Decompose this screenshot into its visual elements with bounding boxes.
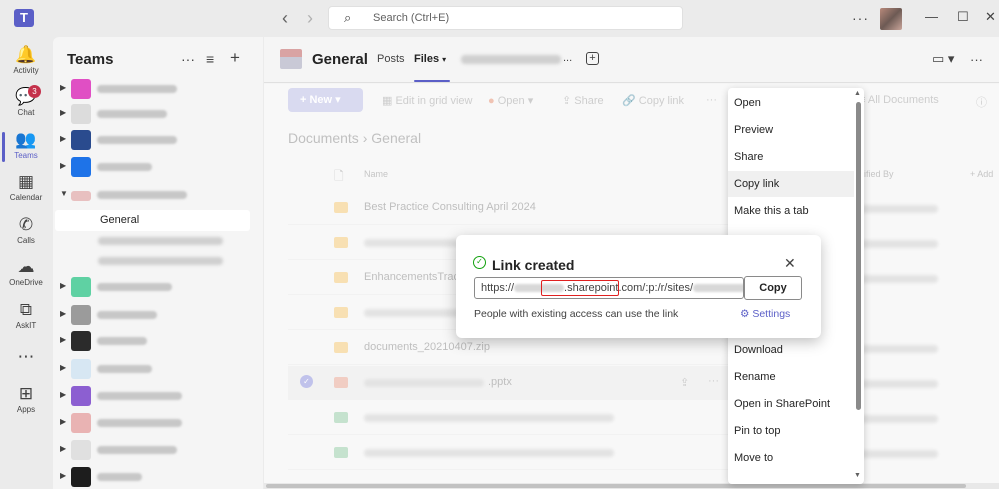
bell-icon: 🔔: [15, 45, 37, 64]
rail-calls[interactable]: ✆ Calls: [0, 211, 52, 253]
rail-more[interactable]: ⋯: [0, 343, 52, 385]
scroll-up-icon[interactable]: ▲: [854, 90, 861, 97]
chevron-down-icon: ▾: [442, 55, 447, 64]
app-grid-icon: ⧉: [19, 300, 33, 319]
search-icon: ⌕: [344, 10, 352, 25]
copy-button[interactable]: Copy: [744, 276, 802, 300]
scrollbar-thumb[interactable]: [266, 484, 966, 488]
search-placeholder: Search (Ctrl+E): [373, 12, 450, 24]
team-row[interactable]: ▶: [53, 77, 263, 101]
active-tab-indicator: [414, 80, 450, 82]
team-row[interactable]: ▶: [53, 357, 263, 381]
domain-highlight-box: [541, 280, 619, 296]
video-call-icon[interactable]: ▭ ▾: [932, 51, 954, 67]
more-options-icon[interactable]: ···: [970, 52, 983, 67]
more-icon[interactable]: ···: [181, 51, 195, 67]
channel-row[interactable]: [98, 257, 223, 265]
channel-title: General: [312, 51, 368, 68]
dialog-title: Link created: [492, 257, 575, 273]
rail-onedrive[interactable]: ☁ OneDrive: [0, 253, 52, 295]
teams-icon: 👥: [15, 130, 37, 149]
team-row[interactable]: ▶: [53, 155, 263, 179]
channel-header: General Posts Files ▾ ... + ▭ ▾ ···: [264, 37, 999, 83]
link-created-dialog: ✓ Link created ✕ https://.sharepoint.com…: [456, 235, 821, 338]
phone-icon: ✆: [18, 215, 34, 234]
channel-general[interactable]: General: [55, 210, 250, 231]
search-input[interactable]: ⌕ Search (Ctrl+E): [328, 6, 683, 30]
link-field[interactable]: https://.sharepoint.com/:p:/r/sites/: [474, 277, 744, 299]
tab-posts[interactable]: Posts: [377, 53, 405, 65]
tab-other[interactable]: [461, 55, 561, 64]
title-bar: T ‹ › ⌕ Search (Ctrl+E) ··· — ☐ ✕: [0, 0, 999, 37]
close-icon[interactable]: ✕: [784, 255, 796, 272]
add-app-icon: ⊞: [18, 384, 34, 403]
team-row[interactable]: ▶: [53, 303, 263, 327]
menu-item-rename[interactable]: Rename: [728, 364, 854, 390]
horizontal-scrollbar[interactable]: [264, 483, 999, 489]
channel-row[interactable]: [98, 237, 223, 245]
menu-item-copy-link[interactable]: Copy link: [728, 171, 854, 197]
team-row[interactable]: ▼: [53, 183, 263, 207]
maximize-icon[interactable]: ☐: [957, 9, 969, 25]
team-row[interactable]: ▶: [53, 465, 263, 489]
menu-item-preview[interactable]: Preview: [728, 117, 854, 143]
team-row[interactable]: ▶: [53, 102, 263, 126]
app-rail: 🔔 Activity 💬 3 Chat 👥 Teams ▦ Calendar ✆…: [0, 37, 52, 489]
add-icon[interactable]: +: [230, 48, 240, 68]
teams-window: T ‹ › ⌕ Search (Ctrl+E) ··· — ☐ ✕ 🔔 Acti…: [0, 0, 999, 489]
rail-calendar[interactable]: ▦ Calendar: [0, 168, 52, 210]
minimize-icon[interactable]: —: [925, 9, 938, 24]
rail-apps[interactable]: ⊞ Apps: [0, 380, 52, 422]
team-row[interactable]: ▶: [53, 411, 263, 435]
filter-icon[interactable]: ≡: [206, 51, 214, 67]
menu-item-make-tab[interactable]: Make this a tab: [728, 198, 854, 224]
more-options-icon[interactable]: ···: [852, 10, 869, 26]
rail-chat[interactable]: 💬 3 Chat: [0, 83, 52, 125]
tab-files[interactable]: Files ▾: [414, 53, 446, 65]
team-row[interactable]: ▶: [53, 384, 263, 408]
pane-title: Teams: [67, 51, 114, 68]
channel-general-label: General: [100, 214, 140, 226]
menu-item-open[interactable]: Open: [728, 90, 854, 116]
team-avatar: [280, 49, 302, 69]
team-row[interactable]: ▶: [53, 275, 263, 299]
more-tabs[interactable]: ...: [563, 52, 572, 64]
team-row[interactable]: ▶: [53, 438, 263, 462]
scroll-down-icon[interactable]: ▼: [854, 472, 861, 479]
calendar-icon: ▦: [17, 172, 35, 191]
menu-scrollbar[interactable]: [856, 102, 861, 410]
redacted-segment: [693, 284, 743, 293]
more-icon: ⋯: [17, 347, 35, 366]
menu-item-pin-top[interactable]: Pin to top: [728, 418, 854, 444]
teams-list-pane: Teams ··· ≡ + ▶ ▶ ▶ ▶ ▼ General ▶ ▶ ▶ ▶ …: [53, 37, 263, 489]
rail-activity[interactable]: 🔔 Activity: [0, 41, 52, 83]
check-circle-icon: ✓: [473, 256, 486, 269]
menu-item-download[interactable]: Download: [728, 337, 854, 363]
back-arrow-icon[interactable]: ‹: [282, 8, 288, 28]
settings-link[interactable]: ⚙ Settings: [740, 308, 790, 320]
access-note: People with existing access can use the …: [474, 308, 679, 320]
rail-askit[interactable]: ⧉ AskIT: [0, 296, 52, 338]
add-tab-icon[interactable]: +: [586, 52, 599, 65]
team-row[interactable]: ▶: [53, 128, 263, 152]
cloud-icon: ☁: [17, 257, 35, 276]
close-window-icon[interactable]: ✕: [985, 9, 996, 25]
gear-icon: ⚙: [740, 308, 750, 320]
chat-badge: 3: [28, 85, 41, 98]
avatar[interactable]: [880, 8, 902, 30]
menu-item-share[interactable]: Share: [728, 144, 854, 170]
chat-icon: 💬: [15, 87, 37, 106]
forward-arrow-icon[interactable]: ›: [307, 8, 313, 28]
menu-item-move-to[interactable]: Move to: [728, 445, 854, 471]
team-row[interactable]: ▶: [53, 329, 263, 353]
menu-item-open-sharepoint[interactable]: Open in SharePoint: [728, 391, 854, 417]
teams-logo-icon: T: [14, 9, 34, 27]
rail-teams[interactable]: 👥 Teams: [0, 126, 52, 168]
